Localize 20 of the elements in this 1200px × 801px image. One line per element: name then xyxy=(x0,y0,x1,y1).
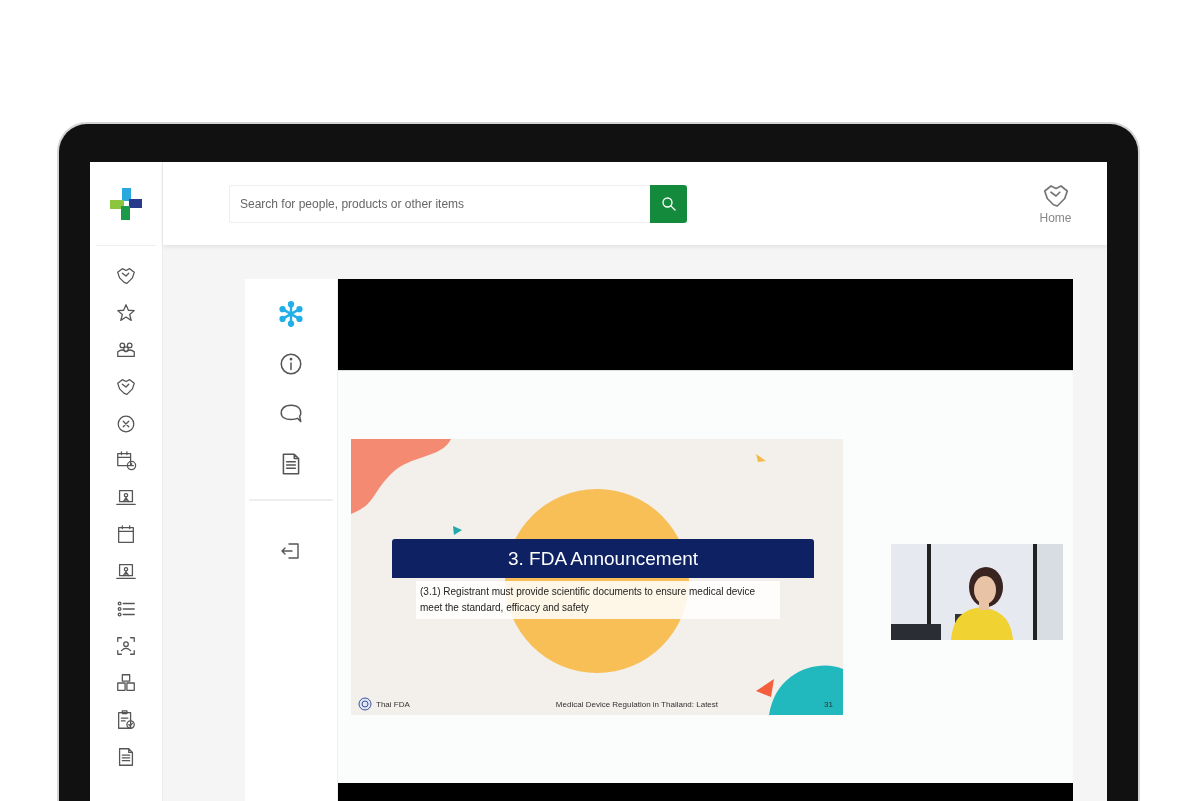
x-circle-icon[interactable] xyxy=(115,413,137,435)
slide-org-label: Thai FDA xyxy=(376,699,410,709)
info-icon[interactable] xyxy=(278,351,304,377)
home-link[interactable]: Home xyxy=(1037,182,1074,225)
calendar-clock-icon[interactable] xyxy=(115,450,137,472)
sparkle-icon[interactable] xyxy=(278,301,304,327)
search-icon xyxy=(659,194,678,213)
face-scan-icon[interactable] xyxy=(115,635,137,657)
slide-text: (3.1) Registrant must provide scientific documents to ensure medical device meet the standard, efficacy and safety xyxy=(416,581,780,619)
seal-icon xyxy=(358,697,372,711)
calendar-icon[interactable] xyxy=(115,524,137,546)
slide-footer: Medical Device Regulation in Thailand: Latest xyxy=(515,699,719,709)
slide-title: 3. FDA Announcement xyxy=(392,539,814,578)
search-button[interactable] xyxy=(650,184,687,223)
search-field[interactable]: Search for people, products or other items xyxy=(229,184,650,223)
star-icon[interactable] xyxy=(115,302,137,324)
slide-page-number: 31 xyxy=(824,699,833,709)
boxes-icon[interactable] xyxy=(115,672,137,694)
clipboard-check-icon[interactable] xyxy=(115,709,137,731)
logo-icon[interactable] xyxy=(109,186,143,221)
